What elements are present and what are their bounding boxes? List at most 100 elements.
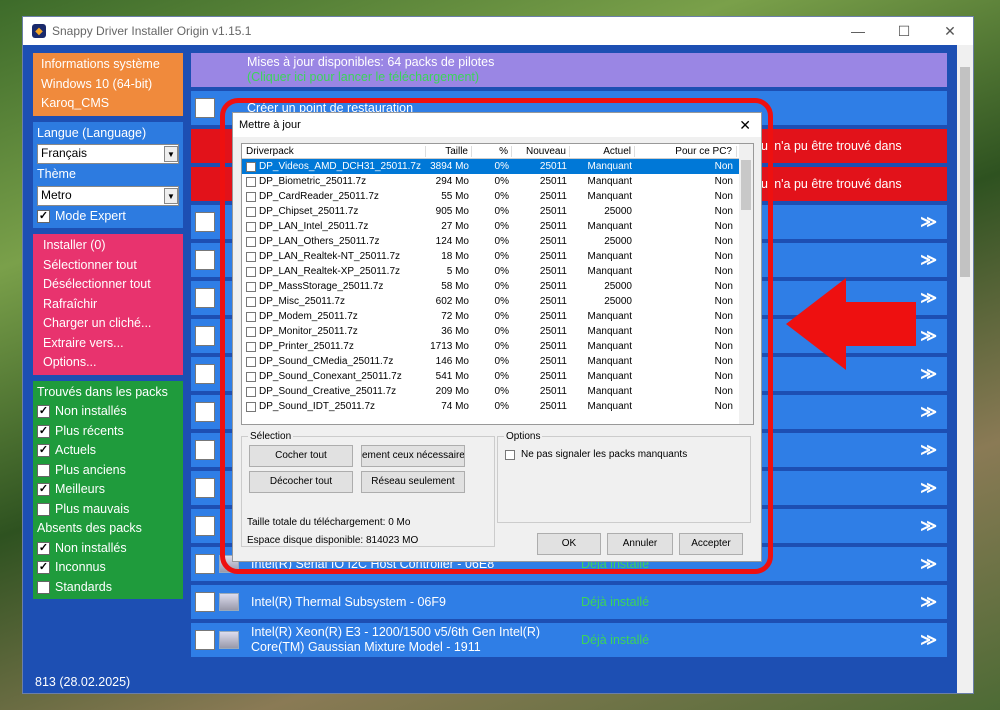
- checkbox-icon: ✓: [37, 209, 50, 223]
- pc-name: Karoq_CMS: [41, 96, 110, 110]
- found-label: Non installés: [55, 404, 127, 418]
- found-label: Plus récents: [55, 423, 124, 438]
- arrow-left-icon: [786, 278, 916, 370]
- checkbox-icon: [37, 463, 50, 477]
- device-icon: [219, 593, 239, 611]
- theme-select[interactable]: Metro ▼: [37, 185, 179, 206]
- found-checkbox[interactable]: ✓ Meilleurs: [37, 480, 179, 500]
- found-label: Plus mauvais: [55, 501, 130, 516]
- updates-banner[interactable]: Mises à jour disponibles: 64 packs de pi…: [191, 53, 947, 87]
- chevron-down-icon[interactable]: ≫: [920, 212, 937, 232]
- action-deselect-all[interactable]: Désélectionner tout: [43, 275, 173, 295]
- close-button[interactable]: ✕: [927, 23, 973, 40]
- language-value: Français: [41, 146, 88, 161]
- action-install[interactable]: Installer (0): [43, 236, 173, 256]
- window-title: Snappy Driver Installer Origin v1.15.1: [52, 24, 252, 38]
- chevron-down-icon[interactable]: ≫: [920, 440, 937, 460]
- action-extract[interactable]: Extraire vers...: [43, 334, 173, 354]
- checkbox-icon: ✓: [37, 424, 50, 438]
- row-checkbox[interactable]: [195, 364, 215, 384]
- expert-mode-checkbox[interactable]: ✓ Mode Expert: [37, 207, 179, 227]
- device-name: Intel(R) Xeon(R) E3 - 1200/1500 v5/6th G…: [251, 625, 541, 654]
- checkbox-icon: ✓: [37, 483, 50, 497]
- device-status: Déjà installé: [581, 595, 650, 609]
- filters-panel: Trouvés dans les packs ✓ Non installés ✓ Pl…: [33, 380, 183, 599]
- system-info-title: Informations système: [41, 57, 160, 71]
- chevron-down-icon[interactable]: ≫: [920, 326, 937, 346]
- scrollbar-thumb[interactable]: [960, 67, 970, 277]
- updates-subtitle: (Cliquer ici pour lancer le téléchargeme…: [247, 70, 480, 84]
- chevron-down-icon[interactable]: ≫: [920, 554, 937, 574]
- chevron-down-icon: ▼: [164, 187, 178, 204]
- row-checkbox[interactable]: [195, 554, 215, 574]
- found-label: Plus anciens: [55, 462, 126, 477]
- checkbox-icon: [37, 502, 50, 516]
- row-checkbox[interactable]: [195, 630, 215, 650]
- absent-checkbox[interactable]: ✓ Inconnus: [37, 558, 179, 578]
- row-checkbox[interactable]: [195, 212, 215, 232]
- found-checkbox[interactable]: Plus anciens: [37, 461, 179, 481]
- absent-checkbox[interactable]: Standards: [37, 578, 179, 598]
- expert-mode-label: Mode Expert: [55, 208, 126, 223]
- row-checkbox[interactable]: [195, 98, 215, 118]
- chevron-down-icon[interactable]: ≫: [920, 288, 937, 308]
- os-label: Windows 10 (64-bit): [41, 76, 153, 91]
- absent-label: Inconnus: [55, 560, 106, 574]
- absent-title: Absents des packs: [37, 521, 142, 535]
- absent-label: Non installés: [55, 540, 127, 555]
- found-label: Meilleurs: [55, 482, 106, 496]
- actions-panel: Installer (0) Sélectionner tout Désélect…: [33, 234, 183, 375]
- row-checkbox[interactable]: [195, 250, 215, 270]
- chevron-down-icon[interactable]: ≫: [920, 478, 937, 498]
- action-options[interactable]: Options...: [43, 353, 173, 373]
- checkbox-icon: ✓: [37, 405, 50, 419]
- theme-value: Metro: [41, 187, 72, 202]
- found-checkbox[interactable]: ✓ Non installés: [37, 402, 179, 422]
- device-row[interactable]: Intel(R) Thermal Subsystem - 06F9 Déjà in…: [191, 585, 947, 619]
- title-bar: ◆ Snappy Driver Installer Origin v1.15.1…: [23, 17, 973, 45]
- main-scrollbar[interactable]: [957, 45, 973, 693]
- language-label: Langue (Language): [37, 125, 147, 140]
- chevron-down-icon: ▼: [164, 146, 178, 162]
- device-row[interactable]: Intel(R) Xeon(R) E3 - 1200/1500 v5/6th G…: [191, 623, 947, 657]
- maximize-button[interactable]: ☐: [881, 23, 927, 40]
- minimize-button[interactable]: —: [835, 23, 881, 40]
- checkbox-icon: ✓: [37, 541, 50, 555]
- chevron-down-icon[interactable]: ≫: [920, 630, 937, 650]
- row-checkbox[interactable]: [195, 516, 215, 536]
- language-select[interactable]: Français ▼: [37, 144, 179, 164]
- row-checkbox[interactable]: [195, 402, 215, 422]
- device-status: Déjà installé: [581, 633, 650, 647]
- chevron-down-icon[interactable]: ≫: [920, 250, 937, 270]
- found-checkbox[interactable]: ✓ Actuels: [37, 441, 179, 461]
- system-info-panel[interactable]: Informations système Windows 10 (64-bit)…: [33, 53, 183, 116]
- chevron-down-icon[interactable]: ≫: [920, 516, 937, 536]
- found-label: Actuels: [55, 443, 96, 457]
- sidebar: Informations système Windows 10 (64-bit)…: [33, 53, 183, 599]
- row-checkbox[interactable]: [195, 592, 215, 612]
- absent-checkbox[interactable]: ✓ Non installés: [37, 539, 179, 559]
- row-checkbox[interactable]: [195, 288, 215, 308]
- checkbox-icon: [37, 580, 50, 594]
- action-load-snapshot[interactable]: Charger un cliché...: [43, 314, 173, 334]
- row-checkbox[interactable]: [195, 326, 215, 346]
- chevron-down-icon[interactable]: ≫: [920, 592, 937, 612]
- chevron-down-icon[interactable]: ≫: [920, 402, 937, 422]
- theme-label: Thème: [37, 167, 76, 181]
- row-checkbox[interactable]: [195, 440, 215, 460]
- missing-text: ui n'a pu être trouvé dans: [761, 177, 902, 191]
- device-name: Intel(R) Thermal Subsystem - 06F9: [251, 594, 446, 609]
- action-refresh[interactable]: Rafraîchir: [43, 295, 173, 315]
- absent-label: Standards: [55, 579, 112, 594]
- checkbox-icon: ✓: [37, 561, 50, 575]
- row-checkbox[interactable]: [195, 478, 215, 498]
- chevron-down-icon[interactable]: ≫: [920, 364, 937, 384]
- found-checkbox[interactable]: ✓ Plus récents: [37, 422, 179, 442]
- app-logo-icon: ◆: [32, 24, 46, 38]
- found-checkbox[interactable]: Plus mauvais: [37, 500, 179, 520]
- updates-title: Mises à jour disponibles: 64 packs de pi…: [247, 55, 495, 69]
- highlight-frame: [220, 98, 773, 574]
- version-footer: 813 (28.02.2025): [35, 675, 131, 689]
- action-select-all[interactable]: Sélectionner tout: [43, 256, 173, 276]
- language-panel: Langue (Language) Français ▼ Thème Metro ▼…: [33, 121, 183, 228]
